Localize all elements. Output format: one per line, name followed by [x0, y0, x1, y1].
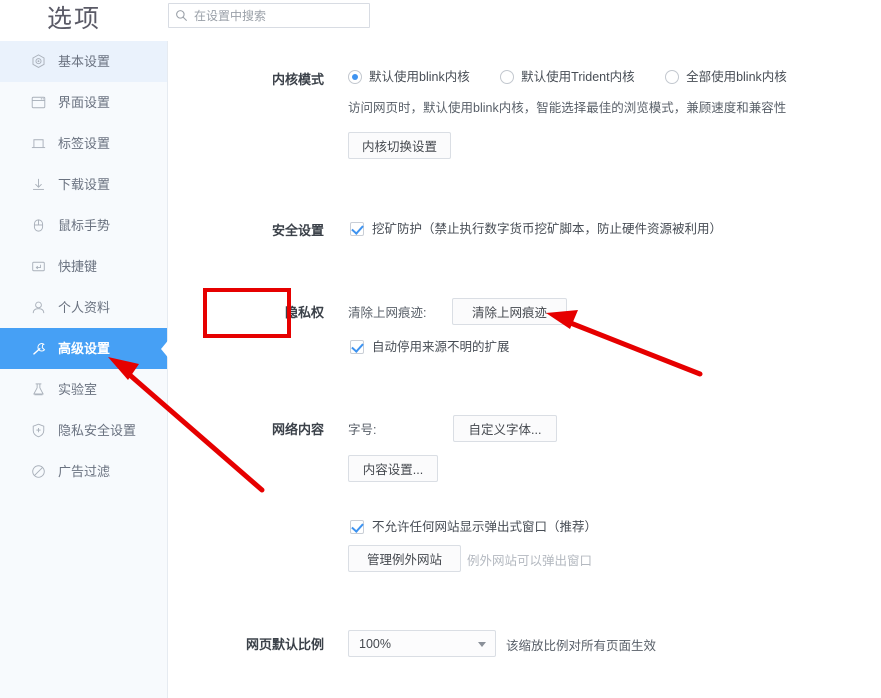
checkbox-block-popups[interactable]: 不允许任何网站显示弹出式窗口（推荐） [350, 519, 597, 535]
sidebar-item-advanced-settings[interactable]: 高级设置 [0, 328, 168, 369]
sidebar-item-label: 标签设置 [58, 136, 111, 151]
checkbox-indicator [350, 520, 364, 534]
radio-label: 默认使用Trident内核 [521, 70, 635, 84]
tab-icon [31, 139, 46, 149]
manage-exception-sites-button[interactable]: 管理例外网站 [348, 545, 461, 572]
sidebar-item-label: 实验室 [58, 382, 98, 397]
sidebar-item-label: 隐私安全设置 [58, 423, 137, 438]
sidebar-item-tab-settings[interactable]: 标签设置 [0, 123, 167, 164]
search-icon [176, 10, 187, 21]
radio-option-blink-all[interactable]: 全部使用blink内核 [665, 69, 787, 85]
search-input[interactable] [194, 8, 363, 23]
checkbox-label: 不允许任何网站显示弹出式窗口（推荐） [372, 520, 598, 534]
sidebar-item-label: 下载设置 [58, 177, 111, 192]
section-label-web-content: 网络内容 [271, 422, 324, 437]
sidebar: 基本设置 界面设置 标签设置 下载设置 鼠标手势 快捷键 个人资料 高级设置 实… [0, 41, 168, 698]
section-label-kernel-mode: 内核模式 [271, 72, 324, 87]
sidebar-item-privacy-security[interactable]: 隐私安全设置 [0, 410, 167, 451]
kernel-switch-settings-button[interactable]: 内核切换设置 [348, 132, 452, 159]
sidebar-item-label: 基本设置 [58, 54, 111, 69]
sidebar-item-shortcuts[interactable]: 快捷键 [0, 246, 167, 287]
checkbox-label: 挖矿防护（禁止执行数字货币挖矿脚本，防止硬件资源被利用） [372, 222, 723, 236]
hexagon-target-icon [32, 54, 45, 68]
checkbox-disable-unknown-extensions[interactable]: 自动停用来源不明的扩展 [350, 339, 510, 355]
page-zoom-value: 100% [359, 636, 391, 651]
section-label-privacy: 隐私权 [284, 305, 324, 320]
radio-indicator [348, 70, 362, 84]
active-chevron-icon [161, 340, 168, 357]
sidebar-item-interface-settings[interactable]: 界面设置 [0, 82, 167, 123]
font-size-label: 字号: [348, 423, 377, 437]
radio-label: 默认使用blink内核 [369, 70, 470, 84]
sidebar-item-profile[interactable]: 个人资料 [0, 287, 167, 328]
sidebar-item-label: 快捷键 [58, 259, 98, 274]
sidebar-item-label: 鼠标手势 [58, 218, 111, 233]
sidebar-item-mouse-gestures[interactable]: 鼠标手势 [0, 205, 167, 246]
mouse-icon [33, 219, 44, 232]
page-title: 选项 [47, 5, 102, 33]
clear-browsing-traces-button[interactable]: 清除上网痕迹 [452, 298, 567, 325]
kernel-mode-description: 访问网页时，默认使用blink内核，智能选择最佳的浏览模式，兼顾速度和兼容性 [348, 101, 787, 115]
page-zoom-select[interactable]: 100% [348, 630, 496, 657]
sidebar-item-basic-settings[interactable]: 基本设置 [0, 41, 167, 82]
clear-traces-label: 清除上网痕迹: [348, 306, 427, 320]
prohibition-icon [32, 465, 45, 478]
checkbox-mining-protection[interactable]: 挖矿防护（禁止执行数字货币挖矿脚本，防止硬件资源被利用） [350, 221, 722, 237]
page-zoom-hint: 该缩放比例对所有页面生效 [506, 639, 657, 653]
search-box[interactable] [168, 3, 370, 28]
sidebar-item-ad-filter[interactable]: 广告过滤 [0, 451, 167, 492]
sidebar-item-label: 界面设置 [58, 95, 111, 110]
sidebar-item-label: 个人资料 [58, 300, 111, 315]
wrench-icon [33, 343, 46, 355]
custom-font-button[interactable]: 自定义字体... [453, 415, 557, 442]
browser-window-icon [31, 96, 46, 109]
section-label-page-zoom: 网页默认比例 [245, 637, 324, 652]
checkbox-indicator [350, 340, 364, 354]
checkbox-indicator [350, 222, 364, 236]
radio-option-trident-default[interactable]: 默认使用Trident内核 [500, 69, 635, 85]
options-window: 选项 基本设置 界面设置 [0, 0, 881, 698]
checkbox-label: 自动停用来源不明的扩展 [372, 340, 510, 354]
flask-icon [33, 383, 44, 396]
content-settings-button[interactable]: 内容设置... [348, 455, 438, 482]
exception-sites-hint: 例外网站可以弹出窗口 [467, 554, 593, 568]
shield-plus-icon [32, 423, 45, 438]
radio-option-blink-default[interactable]: 默认使用blink内核 [348, 69, 470, 85]
person-icon [32, 301, 45, 314]
sidebar-item-label: 高级设置 [58, 341, 111, 356]
settings-content: 内核模式 默认使用blink内核 默认使用Trident内核 全部使用blink… [169, 41, 881, 698]
sidebar-item-lab[interactable]: 实验室 [0, 369, 167, 410]
chevron-down-icon [478, 641, 486, 647]
keyboard-key-icon [32, 261, 45, 272]
sidebar-item-label: 广告过滤 [58, 464, 111, 479]
window-header: 选项 [0, 0, 881, 41]
download-arrow-icon [33, 178, 44, 190]
radio-indicator [665, 70, 680, 84]
radio-indicator [500, 70, 515, 84]
radio-label: 全部使用blink内核 [686, 70, 787, 84]
sidebar-item-download-settings[interactable]: 下载设置 [0, 164, 167, 205]
kernel-mode-radio-group: 默认使用blink内核 默认使用Trident内核 全部使用blink内核 [348, 69, 787, 89]
section-label-security: 安全设置 [271, 223, 324, 238]
